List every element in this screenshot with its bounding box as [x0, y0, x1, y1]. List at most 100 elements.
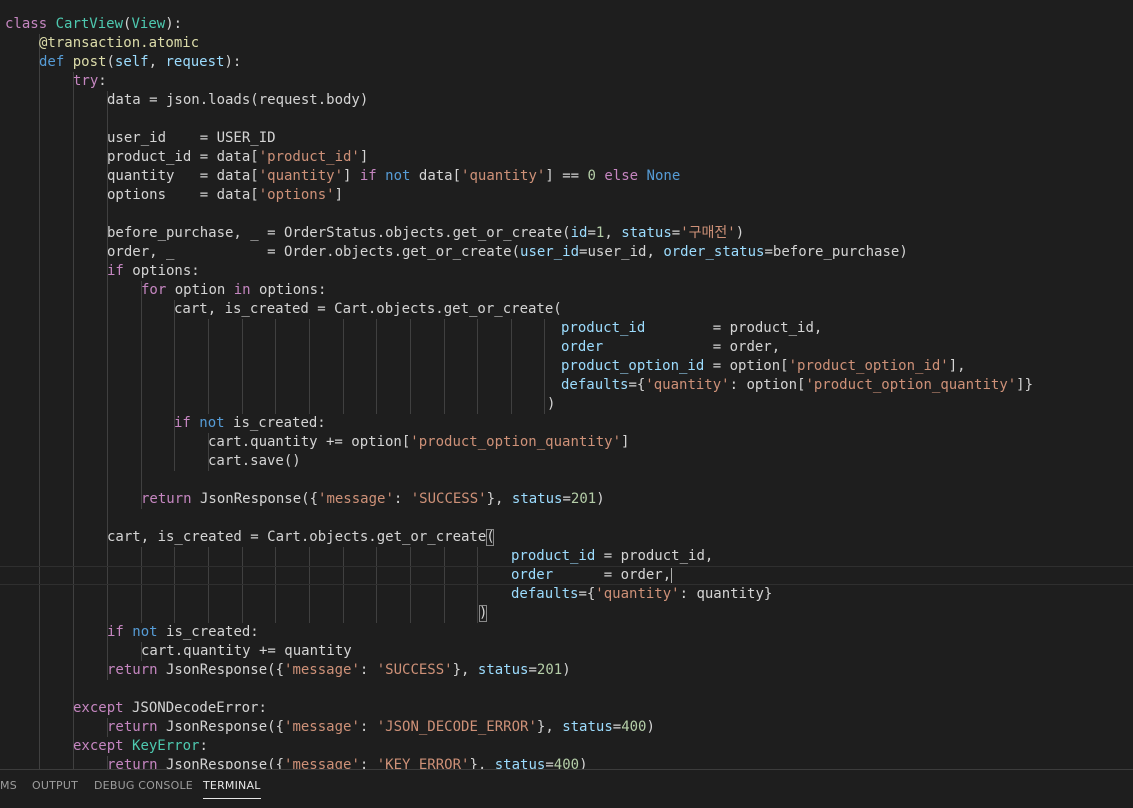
- code-text: return JsonResponse({'message': 'SUCCESS…: [141, 490, 605, 509]
- code-token: ] ==: [545, 168, 588, 184]
- code-line[interactable]: for option in options:: [0, 281, 1133, 300]
- text-cursor: [671, 567, 673, 583]
- code-line[interactable]: product_option_id = option['product_opti…: [0, 357, 1133, 376]
- code-token: ={: [578, 586, 596, 602]
- code-token: 0: [587, 168, 596, 184]
- code-token: 'options': [258, 187, 335, 203]
- code-token: = order,: [553, 567, 672, 583]
- code-text: cart, is_created = Cart.objects.get_or_c…: [107, 528, 495, 547]
- code-line[interactable]: try:: [0, 72, 1133, 91]
- code-text: cart.quantity += quantity: [141, 642, 352, 661]
- code-line[interactable]: data = json.loads(request.body): [0, 91, 1133, 110]
- code-token: not: [385, 168, 411, 184]
- code-text: cart, is_created = Cart.objects.get_or_c…: [174, 300, 562, 319]
- code-line[interactable]: defaults={'quantity': option['product_op…: [0, 376, 1133, 395]
- code-token: data[: [410, 168, 462, 184]
- code-text: @transaction.atomic: [39, 34, 199, 53]
- code-token: JsonResponse({: [191, 491, 319, 507]
- code-token: return: [107, 757, 158, 769]
- code-line[interactable]: return JsonResponse({'message': 'KEY_ERR…: [0, 756, 1133, 769]
- tab-debug-console[interactable]: DEBUG CONSOLE: [94, 770, 193, 807]
- code-line[interactable]: class CartView(View):: [0, 15, 1133, 34]
- code-line[interactable]: cart, is_created = Cart.objects.get_or_c…: [0, 528, 1133, 547]
- code-token: cart, is_created = Cart.objects.get_or_c…: [107, 529, 495, 545]
- code-line[interactable]: order = order,: [0, 566, 1133, 585]
- code-line[interactable]: [0, 205, 1133, 224]
- code-line[interactable]: quantity = data['quantity'] if not data[…: [0, 167, 1133, 186]
- code-token: is_created:: [224, 415, 326, 431]
- code-token: return: [107, 662, 158, 678]
- code-line[interactable]: @transaction.atomic: [0, 34, 1133, 53]
- code-line[interactable]: product_id = product_id,: [0, 319, 1133, 338]
- tab-terminal[interactable]: TERMINAL: [203, 770, 261, 807]
- code-token: product_id: [511, 548, 596, 564]
- code-token: ): [579, 757, 588, 769]
- code-token: 400: [553, 757, 580, 769]
- code-text: cart.save(): [208, 452, 301, 471]
- code-token: for: [141, 282, 167, 298]
- code-line[interactable]: if options:: [0, 262, 1133, 281]
- code-line[interactable]: ): [0, 604, 1133, 623]
- code-token: ]: [334, 187, 344, 203]
- code-editor[interactable]: class CartView(View): @transaction.atomic…: [0, 0, 1133, 769]
- code-line[interactable]: cart.save(): [0, 452, 1133, 471]
- tab-problems[interactable]: MS: [0, 770, 17, 807]
- code-text: if not is_created:: [107, 623, 259, 642]
- code-token: cart.quantity += quantity: [141, 643, 352, 659]
- code-line[interactable]: product_id = data['product_id']: [0, 148, 1133, 167]
- code-line[interactable]: cart.quantity += quantity: [0, 642, 1133, 661]
- code-token: not: [199, 415, 225, 431]
- code-token: =: [612, 719, 622, 735]
- code-line[interactable]: except JSONDecodeError:: [0, 699, 1133, 718]
- code-line[interactable]: if not is_created:: [0, 414, 1133, 433]
- code-line[interactable]: except KeyError:: [0, 737, 1133, 756]
- code-token: in: [233, 282, 251, 298]
- code-line[interactable]: cart, is_created = Cart.objects.get_or_c…: [0, 300, 1133, 319]
- code-token: ,: [148, 54, 166, 70]
- code-text: try:: [73, 72, 107, 91]
- code-token: ,: [604, 225, 622, 241]
- code-token: options:: [250, 282, 327, 298]
- code-token: ]}: [1016, 377, 1034, 393]
- code-token: =before_purchase): [764, 244, 908, 260]
- code-line[interactable]: order = order,: [0, 338, 1133, 357]
- code-line[interactable]: def post(self, request):: [0, 53, 1133, 72]
- code-line[interactable]: order, _ = Order.objects.get_or_create(u…: [0, 243, 1133, 262]
- code-token: if: [174, 415, 191, 431]
- code-token: data = json.loads(request.body): [107, 92, 369, 108]
- code-line[interactable]: [0, 509, 1133, 528]
- tab-output[interactable]: OUTPUT: [32, 770, 78, 807]
- code-line[interactable]: defaults={'quantity': quantity}: [0, 585, 1133, 604]
- code-token: =: [587, 225, 596, 241]
- code-line[interactable]: if not is_created:: [0, 623, 1133, 642]
- code-token: },: [536, 719, 563, 735]
- code-line[interactable]: return JsonResponse({'message': 'SUCCESS…: [0, 490, 1133, 509]
- code-line[interactable]: return JsonResponse({'message': 'SUCCESS…: [0, 661, 1133, 680]
- code-token: defaults: [511, 586, 579, 602]
- code-token: if: [107, 624, 124, 640]
- code-line[interactable]: ): [0, 395, 1133, 414]
- code-token: 'product_option_id': [788, 358, 949, 374]
- code-line[interactable]: [0, 680, 1133, 699]
- code-line[interactable]: [0, 471, 1133, 490]
- code-line[interactable]: product_id = product_id,: [0, 547, 1133, 566]
- code-token: 'message': [284, 662, 360, 678]
- code-line[interactable]: options = data['options']: [0, 186, 1133, 205]
- code-token: ):: [224, 54, 242, 70]
- code-token: = product_id,: [595, 548, 714, 564]
- code-text: if not is_created:: [174, 414, 326, 433]
- code-line[interactable]: return JsonResponse({'message': 'JSON_DE…: [0, 718, 1133, 737]
- code-line[interactable]: cart.quantity += option['product_option_…: [0, 433, 1133, 452]
- code-text: options = data['options']: [107, 186, 343, 205]
- code-text: order = order,: [561, 338, 780, 357]
- code-line[interactable]: [0, 110, 1133, 129]
- code-text: class CartView(View):: [5, 15, 182, 34]
- code-line[interactable]: user_id = USER_ID: [0, 129, 1133, 148]
- code-token: :: [199, 738, 208, 754]
- code-text: cart.quantity += option['product_option_…: [208, 433, 629, 452]
- code-line[interactable]: before_purchase, _ = OrderStatus.objects…: [0, 224, 1133, 243]
- code-text: order = order,: [511, 567, 673, 584]
- code-text: product_id = product_id,: [511, 547, 713, 566]
- code-token: ]: [621, 434, 630, 450]
